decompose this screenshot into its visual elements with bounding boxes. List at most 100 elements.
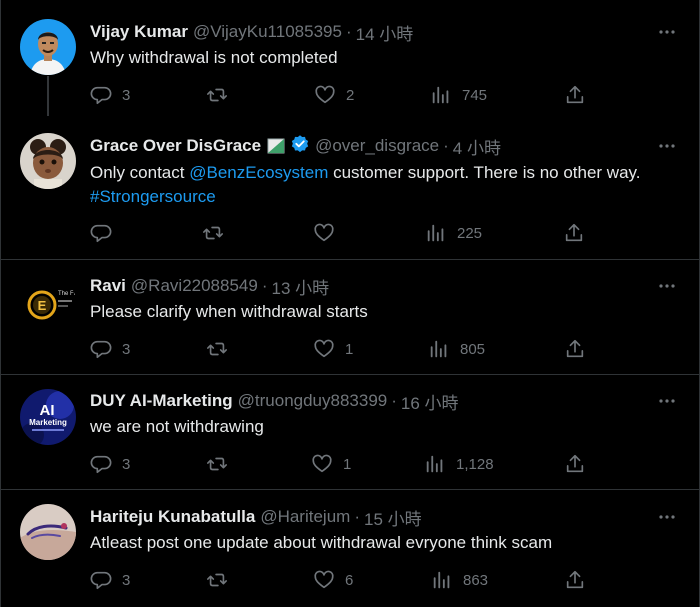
retweet-icon [207, 573, 227, 587]
views-button[interactable]: 225 [425, 221, 482, 245]
share-button[interactable] [564, 452, 586, 476]
flag-emoji-icon [267, 138, 285, 154]
tweet-4[interactable]: AI Marketing DUY AI-Marketing @truongduy… [0, 375, 700, 489]
view-count: 1,128 [456, 455, 494, 473]
timestamp[interactable]: 14 小時 [356, 20, 414, 45]
like-button[interactable]: 6 [313, 568, 353, 592]
share-button[interactable] [564, 568, 586, 592]
action-bar: 3 2 745 [90, 83, 590, 107]
heart-icon [314, 223, 334, 242]
more-icon[interactable] [656, 135, 678, 157]
tweet-text: Only contact @BenzEcosystem customer sup… [90, 161, 680, 209]
avatar[interactable] [20, 19, 76, 75]
tweet-header: Grace Over DisGrace @over_disgrace · 4 小… [90, 134, 501, 159]
reply-button[interactable]: 3 [90, 452, 130, 476]
separator-dot: · [391, 391, 397, 410]
username[interactable]: @Haritejum [260, 507, 350, 527]
display-name[interactable]: Grace Over DisGrace [90, 136, 261, 156]
display-name[interactable]: Vijay Kumar [90, 22, 188, 42]
avatar[interactable]: E The Fi [20, 275, 76, 331]
tweet-1[interactable]: Vijay Kumar @VijayKu11085395 · 14 小時 Why… [0, 0, 700, 122]
like-button[interactable]: 1 [311, 452, 351, 476]
share-icon [566, 339, 584, 358]
reply-icon [90, 571, 112, 590]
like-count: 2 [346, 86, 355, 104]
display-name[interactable]: Ravi [90, 276, 126, 296]
text-segment: Only contact [90, 163, 190, 182]
retweet-button[interactable] [205, 337, 239, 361]
like-button[interactable] [313, 221, 345, 245]
tweet-header: Ravi @Ravi22088549 · 13 小時 [90, 274, 330, 299]
tweet-header: Vijay Kumar @VijayKu11085395 · 14 小時 [90, 20, 414, 45]
more-icon[interactable] [656, 21, 678, 43]
avatar-title: AI [40, 402, 55, 419]
views-icon [433, 571, 450, 589]
share-button[interactable] [564, 337, 586, 361]
reply-button[interactable]: 3 [90, 337, 130, 361]
share-icon [565, 223, 583, 242]
separator-dot: · [261, 276, 268, 295]
share-icon [566, 454, 584, 473]
like-button[interactable]: 1 [313, 337, 353, 361]
share-icon [566, 85, 584, 104]
retweet-button[interactable] [205, 568, 239, 592]
action-bar: 3 6 863 [90, 568, 590, 592]
heart-icon [314, 570, 334, 589]
more-icon[interactable] [656, 506, 678, 528]
svg-text:E: E [38, 298, 47, 313]
reply-button[interactable]: 3 [90, 83, 130, 107]
views-button[interactable]: 863 [431, 568, 488, 592]
tweet-text: we are not withdrawing [90, 417, 264, 436]
retweet-button[interactable] [205, 452, 239, 476]
text-segment: customer support. There is no other way. [328, 163, 641, 182]
reply-icon [90, 455, 112, 474]
more-icon[interactable] [656, 390, 678, 412]
display-name[interactable]: Hariteju Kunabatulla [90, 507, 255, 527]
retweet-button[interactable] [205, 83, 239, 107]
timestamp[interactable]: 13 小時 [272, 274, 330, 299]
views-button[interactable]: 805 [428, 337, 485, 361]
timestamp[interactable]: 16 小時 [401, 389, 459, 414]
views-icon [430, 340, 447, 358]
views-icon [427, 224, 444, 242]
hashtag-link[interactable]: #Strongersource [90, 187, 216, 206]
views-button[interactable]: 745 [430, 83, 487, 107]
share-icon [566, 570, 584, 589]
mention-link[interactable]: @BenzEcosystem [189, 163, 328, 182]
action-bar: 3 1 805 [90, 337, 590, 361]
thread-connector [47, 76, 49, 116]
verified-badge-icon [290, 134, 310, 159]
tweet-text: Atleast post one update about withdrawal… [90, 533, 553, 552]
view-count: 745 [462, 86, 488, 104]
action-bar: 225 [90, 221, 590, 245]
tweet-5[interactable]: Hariteju Kunabatulla @Haritejum · 15 小時 … [0, 490, 700, 607]
like-count: 1 [343, 455, 352, 473]
like-button[interactable]: 2 [314, 83, 354, 107]
avatar[interactable]: AI Marketing [20, 389, 76, 445]
tweet-text: Why withdrawal is not completed [90, 48, 338, 67]
username[interactable]: @Ravi22088549 [131, 276, 258, 296]
share-button[interactable] [563, 221, 585, 245]
avatar[interactable] [20, 504, 76, 560]
retweet-button[interactable] [201, 221, 235, 245]
tweet-3[interactable]: E The Fi Ravi @Ravi22088549 · 13 小時 Plea… [0, 260, 700, 374]
more-icon[interactable] [656, 275, 678, 297]
share-button[interactable] [564, 83, 586, 107]
retweet-icon [207, 457, 227, 471]
tweet-header: DUY AI-Marketing @truongduy883399 · 16 小… [90, 389, 459, 414]
timestamp[interactable]: 15 小時 [364, 505, 422, 530]
tweet-header: Hariteju Kunabatulla @Haritejum · 15 小時 [90, 505, 422, 530]
reply-button[interactable] [90, 221, 122, 245]
views-button[interactable]: 1,128 [424, 452, 494, 476]
display-name[interactable]: DUY AI-Marketing [90, 391, 233, 411]
like-count: 6 [345, 571, 354, 589]
tweet-2[interactable]: Grace Over DisGrace @over_disgrace · 4 小… [0, 122, 700, 259]
username[interactable]: @truongduy883399 [238, 391, 388, 411]
timestamp[interactable]: 4 小時 [453, 134, 501, 159]
username[interactable]: @over_disgrace [315, 136, 439, 156]
view-count: 863 [463, 571, 489, 589]
username[interactable]: @VijayKu11085395 [193, 22, 342, 42]
reply-count: 3 [122, 455, 131, 473]
avatar[interactable] [20, 133, 76, 189]
reply-button[interactable]: 3 [90, 568, 130, 592]
